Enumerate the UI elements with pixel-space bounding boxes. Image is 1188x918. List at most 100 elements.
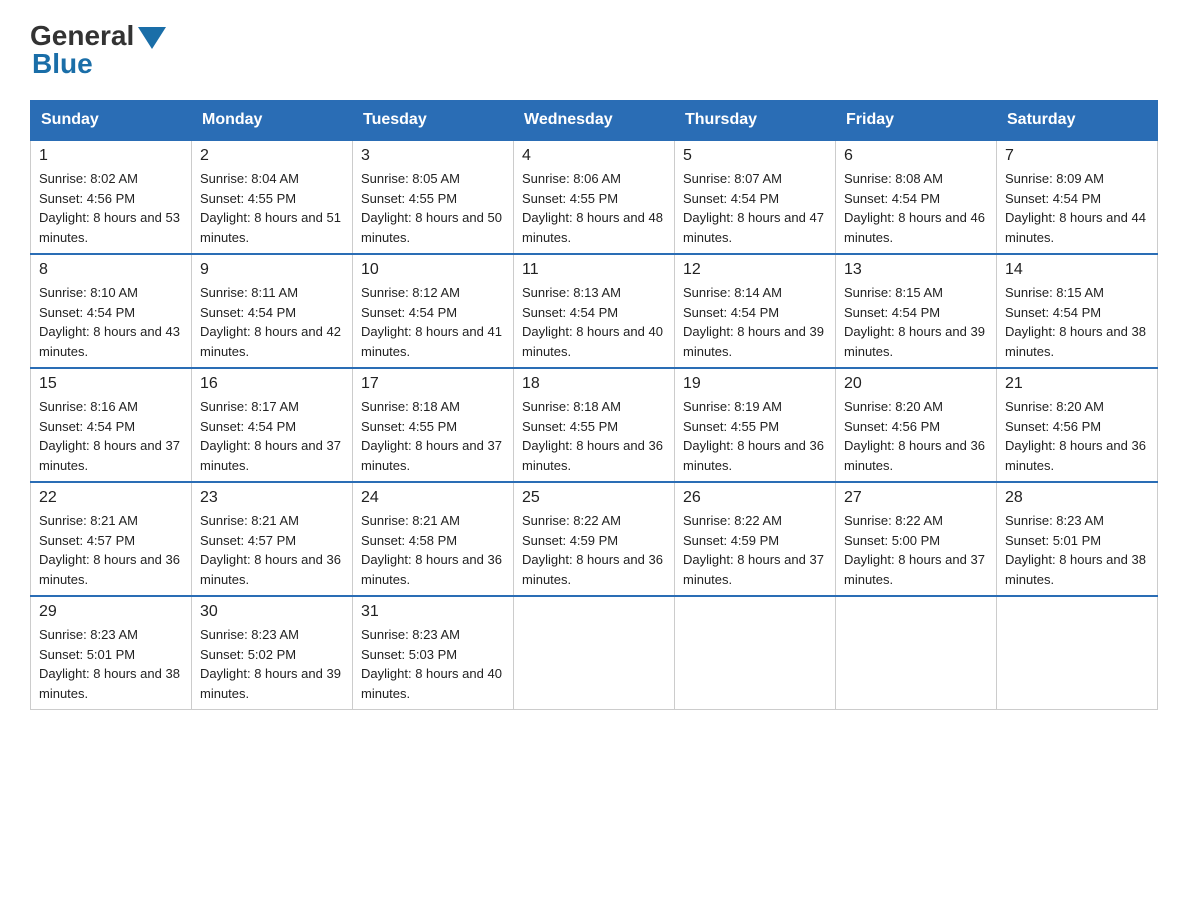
day-number: 19 (683, 375, 827, 393)
calendar-cell: 24 Sunrise: 8:21 AMSunset: 4:58 PMDayligh… (353, 482, 514, 596)
calendar-cell: 28 Sunrise: 8:23 AMSunset: 5:01 PMDayligh… (997, 482, 1158, 596)
day-info: Sunrise: 8:15 AMSunset: 4:54 PMDaylight:… (1005, 283, 1149, 361)
calendar-cell: 17Sunrise: 8:18 AMSunset: 4:55 PMDayligh… (353, 368, 514, 482)
logo-blue-text: Blue (32, 48, 93, 80)
calendar-cell: 14 Sunrise: 8:15 AMSunset: 4:54 PMDayligh… (997, 254, 1158, 368)
day-info: Sunrise: 8:21 AMSunset: 4:58 PMDaylight:… (361, 511, 505, 589)
calendar-cell: 31Sunrise: 8:23 AMSunset: 5:03 PMDayligh… (353, 596, 514, 710)
calendar-cell: 6 Sunrise: 8:08 AMSunset: 4:54 PMDaylight… (836, 140, 997, 254)
day-number: 16 (200, 375, 344, 393)
day-info: Sunrise: 8:23 AMSunset: 5:01 PMDaylight:… (39, 625, 183, 703)
day-info: Sunrise: 8:21 AMSunset: 4:57 PMDaylight:… (39, 511, 183, 589)
day-number: 31 (361, 603, 505, 621)
day-info: Sunrise: 8:15 AMSunset: 4:54 PMDaylight:… (844, 283, 988, 361)
calendar-cell: 1Sunrise: 8:02 AMSunset: 4:56 PMDaylight… (31, 140, 192, 254)
day-info: Sunrise: 8:08 AMSunset: 4:54 PMDaylight:… (844, 169, 988, 247)
week-row-3: 15 Sunrise: 8:16 AMSunset: 4:54 PMDayligh… (31, 368, 1158, 482)
day-number: 4 (522, 147, 666, 165)
day-info: Sunrise: 8:21 AMSunset: 4:57 PMDaylight:… (200, 511, 344, 589)
header-saturday: Saturday (997, 101, 1158, 141)
day-number: 10 (361, 261, 505, 279)
weekday-header-row: SundayMondayTuesdayWednesdayThursdayFrid… (31, 101, 1158, 141)
week-row-2: 8 Sunrise: 8:10 AMSunset: 4:54 PMDaylight… (31, 254, 1158, 368)
calendar-cell: 13 Sunrise: 8:15 AMSunset: 4:54 PMDayligh… (836, 254, 997, 368)
day-info: Sunrise: 8:22 AMSunset: 5:00 PMDaylight:… (844, 511, 988, 589)
day-number: 29 (39, 603, 183, 621)
day-number: 23 (200, 489, 344, 507)
day-number: 24 (361, 489, 505, 507)
day-number: 25 (522, 489, 666, 507)
calendar-cell: 7 Sunrise: 8:09 AMSunset: 4:54 PMDaylight… (997, 140, 1158, 254)
day-info: Sunrise: 8:12 AMSunset: 4:54 PMDaylight:… (361, 283, 505, 361)
calendar-cell (997, 596, 1158, 710)
day-info: Sunrise: 8:09 AMSunset: 4:54 PMDaylight:… (1005, 169, 1149, 247)
day-info: Sunrise: 8:17 AMSunset: 4:54 PMDaylight:… (200, 397, 344, 475)
calendar-cell: 30 Sunrise: 8:23 AMSunset: 5:02 PMDayligh… (192, 596, 353, 710)
header-wednesday: Wednesday (514, 101, 675, 141)
day-info: Sunrise: 8:22 AMSunset: 4:59 PMDaylight:… (683, 511, 827, 589)
logo: General Blue (30, 20, 170, 80)
header-monday: Monday (192, 101, 353, 141)
day-info: Sunrise: 8:20 AMSunset: 4:56 PMDaylight:… (844, 397, 988, 475)
day-info: Sunrise: 8:22 AMSunset: 4:59 PMDaylight:… (522, 511, 666, 589)
calendar-cell: 4Sunrise: 8:06 AMSunset: 4:55 PMDaylight… (514, 140, 675, 254)
calendar-cell: 22Sunrise: 8:21 AMSunset: 4:57 PMDayligh… (31, 482, 192, 596)
day-number: 20 (844, 375, 988, 393)
day-info: Sunrise: 8:18 AMSunset: 4:55 PMDaylight:… (522, 397, 666, 475)
day-info: Sunrise: 8:20 AMSunset: 4:56 PMDaylight:… (1005, 397, 1149, 475)
week-row-5: 29 Sunrise: 8:23 AMSunset: 5:01 PMDayligh… (31, 596, 1158, 710)
calendar-cell: 12 Sunrise: 8:14 AMSunset: 4:54 PMDayligh… (675, 254, 836, 368)
day-info: Sunrise: 8:02 AMSunset: 4:56 PMDaylight:… (39, 169, 183, 247)
calendar-cell: 21 Sunrise: 8:20 AMSunset: 4:56 PMDayligh… (997, 368, 1158, 482)
week-row-4: 22Sunrise: 8:21 AMSunset: 4:57 PMDayligh… (31, 482, 1158, 596)
day-info: Sunrise: 8:18 AMSunset: 4:55 PMDaylight:… (361, 397, 505, 475)
day-info: Sunrise: 8:23 AMSunset: 5:02 PMDaylight:… (200, 625, 344, 703)
calendar-cell: 5 Sunrise: 8:07 AMSunset: 4:54 PMDaylight… (675, 140, 836, 254)
week-row-1: 1Sunrise: 8:02 AMSunset: 4:56 PMDaylight… (31, 140, 1158, 254)
day-number: 8 (39, 261, 183, 279)
header-friday: Friday (836, 101, 997, 141)
calendar-table: SundayMondayTuesdayWednesdayThursdayFrid… (30, 100, 1158, 710)
day-info: Sunrise: 8:14 AMSunset: 4:54 PMDaylight:… (683, 283, 827, 361)
calendar-cell (514, 596, 675, 710)
day-number: 14 (1005, 261, 1149, 279)
calendar-cell: 27 Sunrise: 8:22 AMSunset: 5:00 PMDayligh… (836, 482, 997, 596)
day-info: Sunrise: 8:13 AMSunset: 4:54 PMDaylight:… (522, 283, 666, 361)
day-number: 12 (683, 261, 827, 279)
page-header: General Blue (30, 20, 1158, 80)
day-number: 28 (1005, 489, 1149, 507)
day-info: Sunrise: 8:10 AMSunset: 4:54 PMDaylight:… (39, 283, 183, 361)
day-info: Sunrise: 8:23 AMSunset: 5:01 PMDaylight:… (1005, 511, 1149, 589)
calendar-cell: 2 Sunrise: 8:04 AMSunset: 4:55 PMDaylight… (192, 140, 353, 254)
header-thursday: Thursday (675, 101, 836, 141)
day-info: Sunrise: 8:11 AMSunset: 4:54 PMDaylight:… (200, 283, 344, 361)
day-info: Sunrise: 8:07 AMSunset: 4:54 PMDaylight:… (683, 169, 827, 247)
day-number: 30 (200, 603, 344, 621)
day-number: 21 (1005, 375, 1149, 393)
day-number: 7 (1005, 147, 1149, 165)
logo-triangle-icon (138, 27, 166, 49)
calendar-cell: 16 Sunrise: 8:17 AMSunset: 4:54 PMDayligh… (192, 368, 353, 482)
day-number: 26 (683, 489, 827, 507)
calendar-cell: 15 Sunrise: 8:16 AMSunset: 4:54 PMDayligh… (31, 368, 192, 482)
calendar-cell: 11 Sunrise: 8:13 AMSunset: 4:54 PMDayligh… (514, 254, 675, 368)
day-number: 2 (200, 147, 344, 165)
calendar-cell: 23 Sunrise: 8:21 AMSunset: 4:57 PMDayligh… (192, 482, 353, 596)
day-number: 18 (522, 375, 666, 393)
day-number: 3 (361, 147, 505, 165)
calendar-cell: 26 Sunrise: 8:22 AMSunset: 4:59 PMDayligh… (675, 482, 836, 596)
header-sunday: Sunday (31, 101, 192, 141)
calendar-cell (836, 596, 997, 710)
calendar-cell: 10 Sunrise: 8:12 AMSunset: 4:54 PMDayligh… (353, 254, 514, 368)
day-number: 5 (683, 147, 827, 165)
calendar-cell: 9Sunrise: 8:11 AMSunset: 4:54 PMDaylight… (192, 254, 353, 368)
day-number: 11 (522, 261, 666, 279)
day-number: 15 (39, 375, 183, 393)
day-info: Sunrise: 8:16 AMSunset: 4:54 PMDaylight:… (39, 397, 183, 475)
day-info: Sunrise: 8:04 AMSunset: 4:55 PMDaylight:… (200, 169, 344, 247)
calendar-cell: 3Sunrise: 8:05 AMSunset: 4:55 PMDaylight… (353, 140, 514, 254)
calendar-cell: 18 Sunrise: 8:18 AMSunset: 4:55 PMDayligh… (514, 368, 675, 482)
day-number: 13 (844, 261, 988, 279)
day-number: 27 (844, 489, 988, 507)
day-number: 6 (844, 147, 988, 165)
